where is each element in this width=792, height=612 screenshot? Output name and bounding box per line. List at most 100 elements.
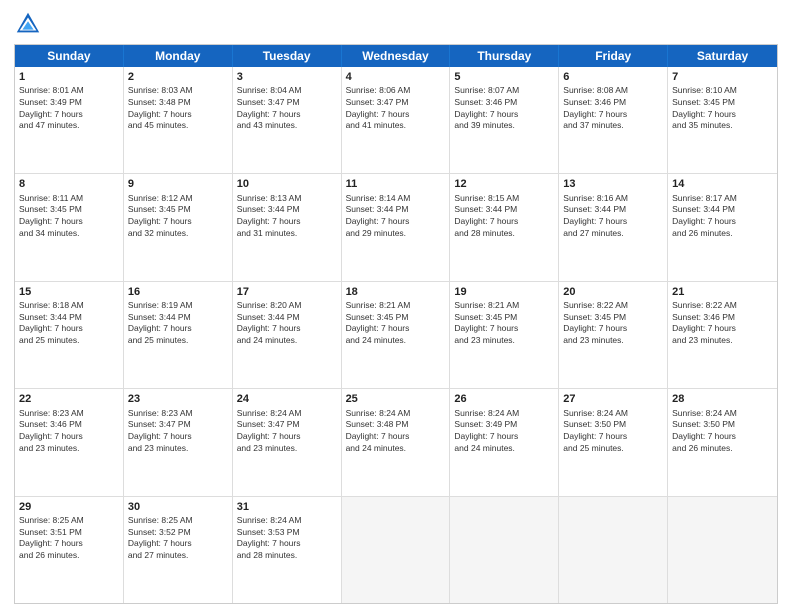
calendar-cell: 7 Sunrise: 8:10 AM Sunset: 3:45 PM Dayli…	[668, 67, 777, 173]
day-number: 15	[19, 285, 119, 299]
cell-daylight: Daylight: 7 hours	[346, 216, 410, 226]
calendar: SundayMondayTuesdayWednesdayThursdayFrid…	[14, 44, 778, 604]
page: SundayMondayTuesdayWednesdayThursdayFrid…	[0, 0, 792, 612]
cell-sunset: Sunset: 3:47 PM	[128, 419, 191, 429]
cell-minutes: and 25 minutes.	[128, 335, 188, 345]
cell-sunset: Sunset: 3:47 PM	[346, 97, 409, 107]
cell-sunrise: Sunrise: 8:13 AM	[237, 193, 302, 203]
cell-daylight: Daylight: 7 hours	[128, 109, 192, 119]
calendar-cell: 13 Sunrise: 8:16 AM Sunset: 3:44 PM Dayl…	[559, 174, 668, 280]
cell-sunset: Sunset: 3:50 PM	[672, 419, 735, 429]
cell-daylight: Daylight: 7 hours	[346, 323, 410, 333]
cell-minutes: and 26 minutes.	[672, 443, 732, 453]
calendar-cell: 1 Sunrise: 8:01 AM Sunset: 3:49 PM Dayli…	[15, 67, 124, 173]
cell-sunset: Sunset: 3:49 PM	[454, 419, 517, 429]
day-number: 4	[346, 70, 446, 84]
cell-daylight: Daylight: 7 hours	[672, 323, 736, 333]
cell-sunrise: Sunrise: 8:11 AM	[19, 193, 83, 203]
calendar-body: 1 Sunrise: 8:01 AM Sunset: 3:49 PM Dayli…	[15, 67, 777, 603]
cell-daylight: Daylight: 7 hours	[237, 538, 301, 548]
calendar-cell: 4 Sunrise: 8:06 AM Sunset: 3:47 PM Dayli…	[342, 67, 451, 173]
cell-minutes: and 23 minutes.	[672, 335, 732, 345]
cell-sunrise: Sunrise: 8:01 AM	[19, 85, 84, 95]
header-day: Monday	[124, 45, 233, 67]
day-number: 8	[19, 177, 119, 191]
cell-minutes: and 24 minutes.	[237, 335, 297, 345]
calendar-cell: 11 Sunrise: 8:14 AM Sunset: 3:44 PM Dayl…	[342, 174, 451, 280]
cell-sunset: Sunset: 3:45 PM	[128, 204, 191, 214]
cell-minutes: and 23 minutes.	[19, 443, 79, 453]
calendar-cell	[668, 497, 777, 603]
cell-sunrise: Sunrise: 8:24 AM	[454, 408, 519, 418]
cell-daylight: Daylight: 7 hours	[19, 109, 83, 119]
cell-minutes: and 41 minutes.	[346, 120, 406, 130]
cell-sunset: Sunset: 3:44 PM	[346, 204, 409, 214]
cell-sunset: Sunset: 3:47 PM	[237, 419, 300, 429]
cell-sunrise: Sunrise: 8:17 AM	[672, 193, 737, 203]
cell-minutes: and 39 minutes.	[454, 120, 514, 130]
cell-sunrise: Sunrise: 8:04 AM	[237, 85, 302, 95]
cell-daylight: Daylight: 7 hours	[128, 216, 192, 226]
cell-minutes: and 25 minutes.	[563, 443, 623, 453]
cell-minutes: and 28 minutes.	[454, 228, 514, 238]
header-day: Tuesday	[233, 45, 342, 67]
cell-sunrise: Sunrise: 8:10 AM	[672, 85, 737, 95]
day-number: 20	[563, 285, 663, 299]
day-number: 16	[128, 285, 228, 299]
cell-sunrise: Sunrise: 8:25 AM	[128, 515, 193, 525]
cell-minutes: and 29 minutes.	[346, 228, 406, 238]
day-number: 31	[237, 500, 337, 514]
calendar-cell: 8 Sunrise: 8:11 AM Sunset: 3:45 PM Dayli…	[15, 174, 124, 280]
cell-minutes: and 34 minutes.	[19, 228, 79, 238]
cell-minutes: and 47 minutes.	[19, 120, 79, 130]
calendar-cell: 28 Sunrise: 8:24 AM Sunset: 3:50 PM Dayl…	[668, 389, 777, 495]
cell-sunset: Sunset: 3:50 PM	[563, 419, 626, 429]
day-number: 3	[237, 70, 337, 84]
cell-sunset: Sunset: 3:44 PM	[237, 312, 300, 322]
cell-minutes: and 23 minutes.	[237, 443, 297, 453]
header-day: Friday	[559, 45, 668, 67]
day-number: 29	[19, 500, 119, 514]
cell-sunset: Sunset: 3:44 PM	[128, 312, 191, 322]
day-number: 22	[19, 392, 119, 406]
cell-minutes: and 35 minutes.	[672, 120, 732, 130]
cell-daylight: Daylight: 7 hours	[454, 216, 518, 226]
calendar-cell: 30 Sunrise: 8:25 AM Sunset: 3:52 PM Dayl…	[124, 497, 233, 603]
calendar-cell: 5 Sunrise: 8:07 AM Sunset: 3:46 PM Dayli…	[450, 67, 559, 173]
cell-daylight: Daylight: 7 hours	[237, 431, 301, 441]
cell-sunrise: Sunrise: 8:24 AM	[237, 408, 302, 418]
cell-daylight: Daylight: 7 hours	[454, 323, 518, 333]
cell-sunset: Sunset: 3:46 PM	[454, 97, 517, 107]
cell-minutes: and 31 minutes.	[237, 228, 297, 238]
day-number: 17	[237, 285, 337, 299]
cell-minutes: and 27 minutes.	[128, 550, 188, 560]
header-day: Saturday	[668, 45, 777, 67]
cell-sunrise: Sunrise: 8:06 AM	[346, 85, 411, 95]
calendar-cell: 21 Sunrise: 8:22 AM Sunset: 3:46 PM Dayl…	[668, 282, 777, 388]
cell-daylight: Daylight: 7 hours	[19, 431, 83, 441]
day-number: 28	[672, 392, 773, 406]
day-number: 21	[672, 285, 773, 299]
day-number: 26	[454, 392, 554, 406]
day-number: 11	[346, 177, 446, 191]
cell-sunrise: Sunrise: 8:21 AM	[454, 300, 519, 310]
cell-minutes: and 24 minutes.	[346, 335, 406, 345]
calendar-cell: 3 Sunrise: 8:04 AM Sunset: 3:47 PM Dayli…	[233, 67, 342, 173]
day-number: 24	[237, 392, 337, 406]
logo	[14, 10, 46, 38]
cell-minutes: and 27 minutes.	[563, 228, 623, 238]
cell-sunset: Sunset: 3:45 PM	[454, 312, 517, 322]
cell-minutes: and 45 minutes.	[128, 120, 188, 130]
day-number: 2	[128, 70, 228, 84]
cell-sunrise: Sunrise: 8:23 AM	[19, 408, 84, 418]
calendar-cell: 25 Sunrise: 8:24 AM Sunset: 3:48 PM Dayl…	[342, 389, 451, 495]
calendar-cell: 23 Sunrise: 8:23 AM Sunset: 3:47 PM Dayl…	[124, 389, 233, 495]
day-number: 19	[454, 285, 554, 299]
day-number: 18	[346, 285, 446, 299]
calendar-cell: 18 Sunrise: 8:21 AM Sunset: 3:45 PM Dayl…	[342, 282, 451, 388]
cell-daylight: Daylight: 7 hours	[128, 538, 192, 548]
cell-daylight: Daylight: 7 hours	[563, 323, 627, 333]
day-number: 13	[563, 177, 663, 191]
cell-sunrise: Sunrise: 8:24 AM	[563, 408, 628, 418]
day-number: 14	[672, 177, 773, 191]
